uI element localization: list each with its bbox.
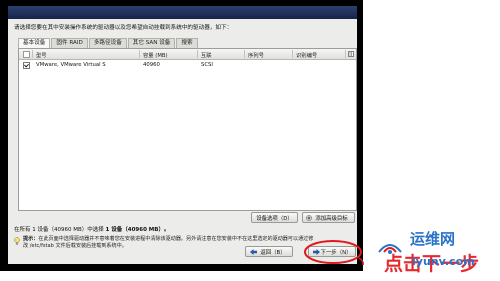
device-select-checkbox[interactable]	[23, 62, 30, 69]
installer-screen: 请选择您要在其中安装操作系统的驱动器以及您希望自动挂载到系统中的驱动器，如下： …	[0, 0, 363, 271]
summary-selected: 1 设备（40960 MB）。	[105, 227, 170, 233]
device-model: VMware, VMware Virtual S	[36, 62, 106, 68]
column-divider	[345, 50, 346, 58]
watermark-brand: 运维网	[410, 230, 456, 248]
tab-multipath-devices[interactable]: 多路径设备	[88, 38, 127, 48]
device-type-tabs: 基本设备 固件 RAID 多路径设备 其它 SAN 设备 搜索	[18, 38, 199, 48]
installer-content: 请选择您要在其中安装操作系统的驱动器以及您希望自动挂载到系统中的驱动器，如下： …	[8, 19, 357, 264]
column-header-capacity[interactable]: 容量 (MB)	[143, 51, 168, 59]
select-all-checkbox[interactable]	[23, 51, 30, 58]
column-divider	[139, 50, 140, 58]
summary-text: 在所有 1 设备（40960 MB）中选择	[14, 227, 104, 233]
column-divider	[197, 50, 198, 58]
column-header-identifier[interactable]: 识别编号	[296, 51, 317, 59]
column-divider	[244, 50, 245, 58]
add-advanced-target-button[interactable]: 添加高级目标	[302, 212, 355, 223]
table-header: 型号 容量 (MB) 互联 序列号 识别编号	[19, 49, 356, 60]
column-chooser-icon[interactable]	[348, 51, 354, 57]
column-header-interconnect[interactable]: 互联	[201, 51, 212, 59]
device-table: 型号 容量 (MB) 互联 序列号 识别编号 VMware, VMware Vi	[18, 48, 357, 211]
tab-firmware-raid[interactable]: 固件 RAID	[51, 38, 88, 48]
tab-basic-devices[interactable]: 基本设备	[18, 38, 51, 48]
lightbulb-icon	[14, 237, 20, 245]
arrow-left-icon	[250, 249, 257, 255]
column-divider	[292, 50, 293, 58]
device-options-button[interactable]: 设备选项（D）	[251, 212, 298, 223]
next-button-highlight-circle	[304, 240, 364, 266]
device-interconnect: SCSI	[201, 62, 213, 68]
back-button-label: 返回（B）	[260, 249, 286, 256]
add-icon	[306, 215, 312, 221]
tip-prefix: 提示：	[23, 236, 39, 242]
installer-banner	[8, 6, 357, 19]
selection-summary: 在所有 1 设备（40960 MB）中选择 1 设备（40960 MB）。	[14, 225, 169, 233]
drive-selection-prompt: 请选择您要在其中安装操作系统的驱动器以及您希望自动挂载到系统中的驱动器，如下：	[14, 25, 233, 31]
tab-other-san-devices[interactable]: 其它 SAN 设备	[127, 38, 176, 48]
watermark: 运维网 点击下一步 iyunv.com	[376, 224, 500, 281]
tab-search[interactable]: 搜索	[176, 38, 198, 48]
column-header-serial[interactable]: 序列号	[248, 51, 264, 59]
watermark-domain: iyunv.com	[412, 255, 475, 268]
column-divider	[32, 50, 33, 58]
back-button[interactable]: 返回（B）	[245, 246, 293, 257]
table-row[interactable]: VMware, VMware Virtual S 40960 SCSI	[19, 61, 356, 70]
device-capacity: 40960	[143, 62, 160, 68]
column-header-model[interactable]: 型号	[36, 51, 47, 59]
add-advanced-target-label: 添加高级目标	[315, 215, 348, 222]
